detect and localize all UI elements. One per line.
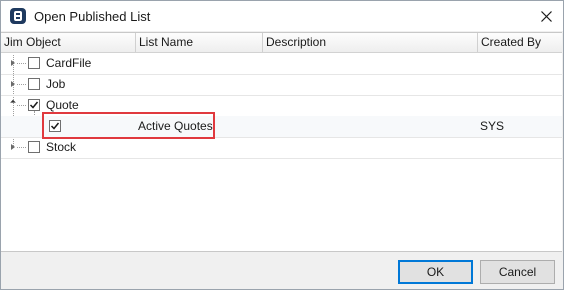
tree-row-quote[interactable]: Quote [1, 95, 562, 117]
checkbox-job[interactable] [28, 78, 40, 90]
ok-button[interactable]: OK [398, 260, 473, 284]
column-header-jim-object[interactable]: Jim Object [1, 33, 136, 52]
checkmark-icon [29, 101, 39, 109]
tree-row-stock[interactable]: Stock [1, 137, 562, 159]
expand-arrow-icon[interactable] [9, 80, 17, 88]
expand-arrow-icon[interactable] [9, 143, 17, 151]
checkbox-cardfile[interactable] [28, 57, 40, 69]
grid-header: Jim Object List Name Description Created… [1, 33, 562, 53]
expand-arrow-icon[interactable] [9, 59, 17, 67]
collapse-arrow-icon[interactable] [9, 99, 17, 108]
checkbox-quote[interactable] [28, 99, 40, 111]
created-by-cell: SYS [480, 119, 505, 133]
app-logo-icon [10, 8, 26, 24]
dialog-title: Open Published List [34, 8, 151, 24]
checkbox-active-quotes[interactable] [49, 120, 61, 132]
title-bar: Open Published List [1, 1, 563, 31]
checkmark-icon [50, 122, 60, 130]
tree-node-label: CardFile [46, 56, 92, 70]
published-list-grid[interactable]: Jim Object List Name Description Created… [1, 32, 562, 252]
list-row-active-quotes[interactable]: Active Quotes SYS [1, 116, 562, 138]
tree-node-label: Job [46, 77, 66, 91]
column-header-description[interactable]: Description [263, 33, 478, 52]
open-published-list-dialog: Open Published List Jim Object List Name… [0, 0, 564, 290]
cancel-button[interactable]: Cancel [480, 260, 555, 284]
list-name-cell: Active Quotes [138, 119, 213, 133]
tree-row-cardfile[interactable]: CardFile [1, 53, 562, 75]
close-button[interactable] [533, 3, 559, 29]
column-header-created-by[interactable]: Created By [478, 33, 562, 52]
tree-row-job[interactable]: Job [1, 74, 562, 96]
close-icon [540, 10, 552, 22]
checkbox-stock[interactable] [28, 141, 40, 153]
tree-node-label: Stock [46, 140, 77, 154]
column-header-list-name[interactable]: List Name [136, 33, 263, 52]
tree-node-label: Quote [46, 98, 79, 112]
